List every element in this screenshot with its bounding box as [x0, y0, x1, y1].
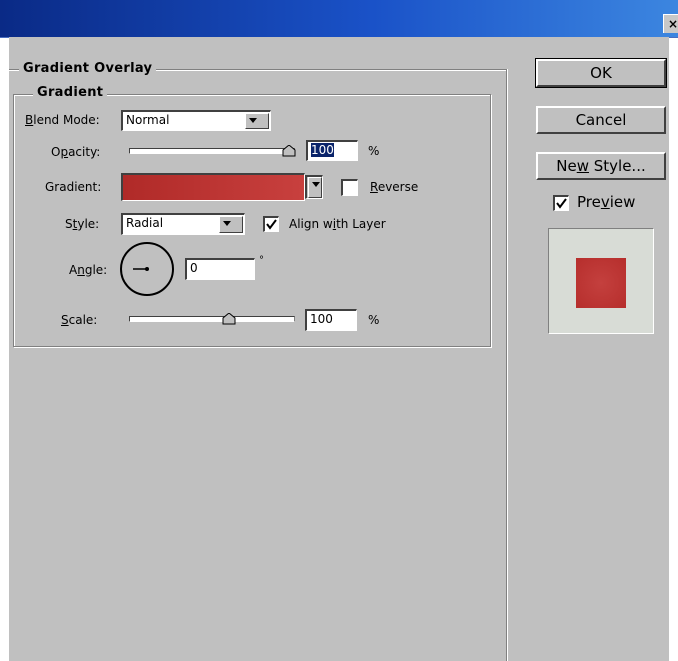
align-with-layer-checkbox[interactable]: [263, 216, 279, 232]
new-style-button[interactable]: New Style...: [536, 152, 666, 180]
reverse-checkbox[interactable]: [341, 179, 358, 196]
preview-thumbnail: [548, 228, 654, 334]
group-title: Gradient: [33, 85, 108, 100]
opacity-slider[interactable]: [129, 148, 295, 154]
opacity-input[interactable]: 100: [306, 140, 358, 161]
ok-button[interactable]: OK: [535, 58, 667, 88]
angle-input[interactable]: 0: [185, 258, 255, 280]
gradient-dropdown[interactable]: [305, 175, 323, 199]
angle-dial[interactable]: [118, 240, 176, 298]
section-title: Gradient Overlay: [19, 61, 157, 76]
chevron-down-icon[interactable]: [308, 177, 322, 198]
align-with-layer-label[interactable]: Align with Layer: [289, 217, 386, 231]
chevron-down-icon[interactable]: [219, 216, 243, 233]
reverse-label[interactable]: Reverse: [370, 180, 418, 194]
gradient-label: Gradient:: [45, 180, 102, 194]
preview-checkbox[interactable]: [553, 195, 569, 211]
blend-mode-label: Blend Mode:: [25, 113, 100, 127]
scale-input[interactable]: 100: [305, 309, 357, 331]
cancel-button[interactable]: Cancel: [536, 106, 666, 134]
scale-label: Scale:: [61, 313, 98, 327]
style-label: Style:: [65, 217, 100, 231]
style-select[interactable]: Radial: [121, 213, 245, 235]
preview-swatch: [576, 258, 626, 308]
preview-label[interactable]: Preview: [577, 193, 635, 211]
scale-slider[interactable]: [129, 316, 295, 322]
title-bar: ×: [0, 0, 678, 38]
blend-mode-select[interactable]: Normal: [121, 110, 271, 131]
scale-slider-thumb[interactable]: [222, 313, 236, 325]
gradient-swatch[interactable]: [121, 173, 305, 201]
section-divider-right: [506, 69, 508, 661]
angle-label: Angle:: [69, 263, 108, 277]
checkmark-icon: [556, 198, 567, 209]
angle-unit: °: [259, 255, 264, 266]
chevron-down-icon[interactable]: [245, 113, 269, 129]
opacity-slider-thumb[interactable]: [282, 145, 296, 157]
scale-unit: %: [368, 313, 380, 327]
checkmark-icon: [266, 219, 277, 230]
close-icon[interactable]: ×: [663, 14, 678, 33]
dialog-client: Gradient Overlay Gradient Blend Mode: No…: [9, 37, 669, 661]
opacity-unit: %: [368, 144, 380, 158]
opacity-label: Opacity:: [51, 145, 101, 159]
